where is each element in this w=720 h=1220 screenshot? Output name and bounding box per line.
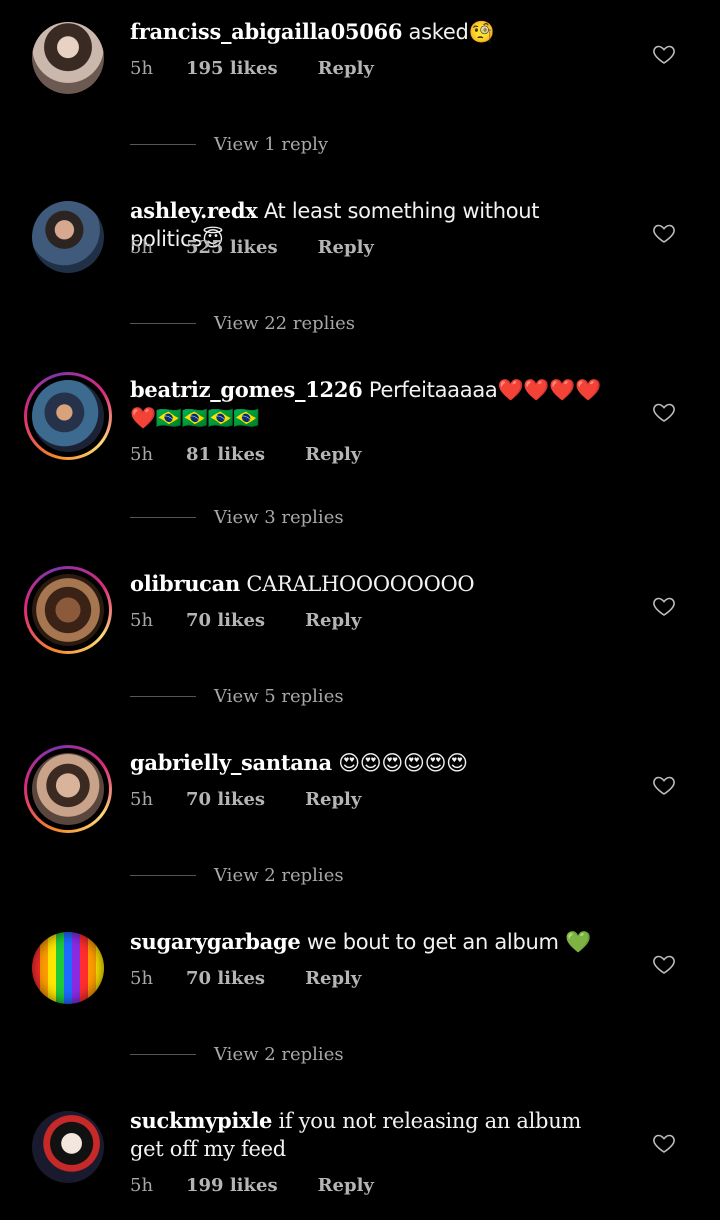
avatar-image [32,574,104,646]
view-replies-label: View 22 replies [214,313,356,334]
comment-meta: 5h 199 likes Reply [130,1175,374,1196]
heart-icon[interactable] [652,952,676,976]
view-replies-label: View 5 replies [214,686,344,707]
comment-time: 5h [130,789,154,810]
reply-button[interactable]: Reply [305,789,361,810]
comment-username[interactable]: franciss_abigailla05066 [130,19,402,44]
avatar-image [32,380,104,452]
comment-text: CARALHOOOOOOOO [246,572,475,596]
comment-body: franciss_abigailla05066 asked🧐 [130,18,610,46]
heart-icon[interactable] [652,400,676,424]
view-replies-button[interactable]: View 22 replies [130,313,355,334]
comment-username[interactable]: ashley.redx [130,198,258,223]
view-replies-label: View 3 replies [214,507,344,528]
comment-likes[interactable]: 81 likes [186,444,265,465]
divider-line [130,696,196,697]
heart-icon[interactable] [652,594,676,618]
divider-line [130,517,196,518]
comment-body: sugarygarbage we bout to get an album 💚 [130,928,610,956]
comment-body: beatriz_gomes_1226 Perfeitaaaaa❤️❤️❤️❤️❤… [130,376,610,432]
view-replies-label: View 2 replies [214,1044,344,1065]
divider-line [130,875,196,876]
avatar-image [32,201,104,273]
comment-text: asked🧐 [408,20,495,44]
comment-time: 5h [130,968,154,989]
comment-username[interactable]: beatriz_gomes_1226 [130,377,363,402]
avatar[interactable] [24,566,112,654]
view-replies-label: View 1 reply [214,134,329,155]
comment-likes[interactable]: 195 likes [186,58,278,79]
comment-likes[interactable]: 199 likes [186,1175,278,1196]
comment-body: suckmypixle if you not releasing an albu… [130,1107,600,1163]
comment-text: we bout to get an album 💚 [306,930,591,954]
divider-line [130,144,196,145]
comment-meta: 5h 70 likes Reply [130,610,361,631]
view-replies-button[interactable]: View 1 reply [130,134,328,155]
comment-meta: 5h 81 likes Reply [130,444,361,465]
view-replies-button[interactable]: View 5 replies [130,686,344,707]
avatar-image [32,932,104,1004]
avatar-image [32,22,104,94]
comment-time: 5h [130,1175,154,1196]
comment-likes[interactable]: 525 likes [186,237,278,258]
comment-time: 5h [130,237,154,258]
avatar-image [32,753,104,825]
heart-icon[interactable] [652,773,676,797]
reply-button[interactable]: Reply [318,1175,374,1196]
comment-username[interactable]: gabrielly_santana [130,750,332,775]
avatar[interactable] [24,745,112,833]
comment-username[interactable]: sugarygarbage [130,929,301,954]
avatar[interactable] [24,193,112,281]
avatar-image [32,1111,104,1183]
reply-button[interactable]: Reply [305,610,361,631]
heart-icon[interactable] [652,1131,676,1155]
comment-likes[interactable]: 70 likes [186,610,265,631]
comment-text: 😍😍😍😍😍😍 [338,751,468,775]
comment-time: 5h [130,610,154,631]
view-replies-button[interactable]: View 3 replies [130,507,344,528]
avatar[interactable] [24,1103,112,1191]
divider-line [130,1054,196,1055]
comment-username[interactable]: olibrucan [130,571,240,596]
reply-button[interactable]: Reply [318,237,374,258]
comment-username[interactable]: suckmypixle [130,1108,272,1133]
comment-likes[interactable]: 70 likes [186,968,265,989]
comment-meta: 5h 525 likes Reply [130,237,374,258]
reply-button[interactable]: Reply [305,444,361,465]
avatar[interactable] [24,14,112,102]
comment-meta: 5h 70 likes Reply [130,789,361,810]
comment-meta: 5h 70 likes Reply [130,968,361,989]
view-replies-button[interactable]: View 2 replies [130,865,344,886]
comment-body: olibrucan CARALHOOOOOOOO [130,570,610,598]
avatar[interactable] [24,924,112,1012]
comment-likes[interactable]: 70 likes [186,789,265,810]
divider-line [130,323,196,324]
heart-icon[interactable] [652,221,676,245]
comment-time: 5h [130,444,154,465]
heart-icon[interactable] [652,42,676,66]
reply-button[interactable]: Reply [318,58,374,79]
comment-body: gabrielly_santana 😍😍😍😍😍😍 [130,749,610,777]
view-replies-button[interactable]: View 2 replies [130,1044,344,1065]
reply-button[interactable]: Reply [305,968,361,989]
avatar[interactable] [24,372,112,460]
comment-time: 5h [130,58,154,79]
comment-meta: 5h 195 likes Reply [130,58,374,79]
view-replies-label: View 2 replies [214,865,344,886]
